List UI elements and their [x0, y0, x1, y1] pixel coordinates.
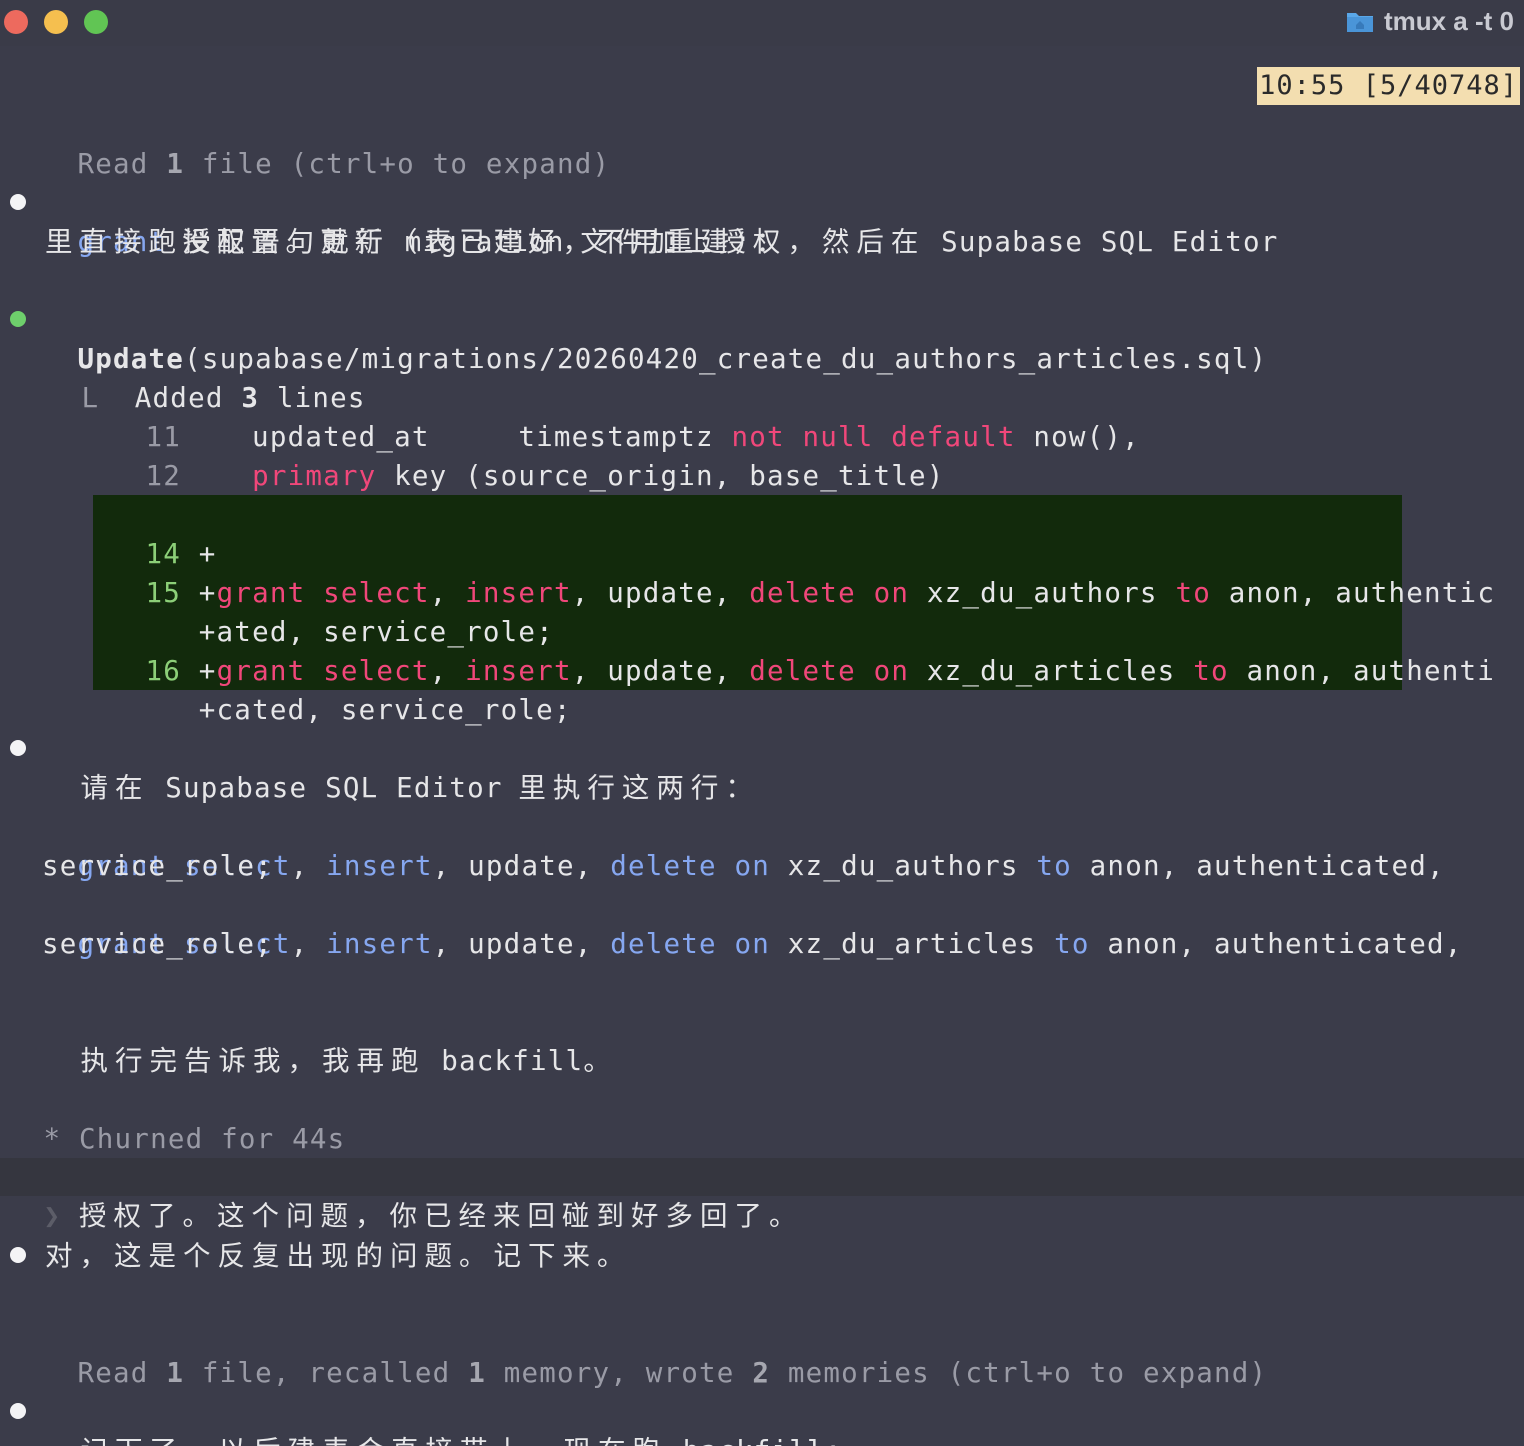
sql-line: grant select, insert, update, delete on … — [77, 850, 1445, 882]
diff-added-line: 15 +grant select, insert, update, delete… — [145, 577, 1496, 609]
prompt-caret-icon: ❯ — [43, 1200, 62, 1232]
message-bullet — [10, 194, 26, 210]
window-title-text: tmux a -t 0 — [1383, 5, 1514, 36]
diff-added-line: +ated, service_role; — [198, 616, 554, 648]
title-bar: tmux a -t 0 — [0, 0, 1524, 46]
diff-added-line: 16 +grant select, insert, update, delete… — [145, 655, 1496, 687]
assistant-message-line: 记下了，以后建表会直接带上。现在跑 backfill: — [45, 1393, 843, 1446]
update-tool-line[interactable]: Update(supabase/migrations/20260420_crea… — [42, 301, 1267, 375]
assistant-message-line: 执行完告诉我，我再跑 backfill。 — [80, 1045, 618, 1077]
code-line: 13 ); — [110, 457, 252, 531]
message-bullet — [10, 740, 26, 756]
code-line: 11 updated_at timestamptz not null defau… — [145, 421, 1140, 453]
sql-line: service_role; — [42, 850, 273, 882]
diff-added-line: 14 + — [145, 538, 217, 570]
assistant-message-line: 里直接跑授权语句就行（表已建好，不用重建）： — [45, 226, 791, 258]
sql-line: service_role; — [42, 928, 273, 960]
update-summary-line: L Added 3 lines — [81, 382, 366, 414]
minimize-window-button[interactable] — [44, 10, 68, 34]
assistant-message-line: 请在 Supabase SQL Editor 里执行这两行： — [80, 772, 760, 804]
message-bullet — [10, 1403, 26, 1419]
window-title: tmux a -t 0 — [1346, 4, 1514, 38]
read-summary-line[interactable]: Read 1 file, recalled 1 memory, wrote 2 … — [42, 1315, 1267, 1389]
diff-added-line: +cated, service_role; — [198, 694, 572, 726]
assistant-message-line: grant 没配置。更新 migration 文件加上授权，然后在 Supaba… — [77, 226, 1279, 258]
read-summary-line[interactable]: Read 1 file (ctrl+o to expand) — [42, 106, 610, 180]
tool-status-bullet — [10, 311, 26, 327]
close-window-button[interactable] — [4, 10, 28, 34]
folder-icon — [1346, 9, 1374, 33]
churned-status: * Churned for 44s — [43, 1123, 346, 1155]
tmux-status-badge: 10:55 [5/40748] — [1257, 67, 1520, 105]
message-bullet — [10, 1247, 26, 1263]
code-line: 12 primary key (source_origin, base_titl… — [145, 460, 945, 492]
sql-line: grant select, insert, update, delete on … — [77, 928, 1463, 960]
user-prompt[interactable]: ❯ 授权了。这个问题，你已经来回碰到好多回了。 — [8, 1158, 804, 1232]
assistant-message-line: 对，这是个反复出现的问题。记下来。 — [45, 1240, 632, 1272]
zoom-window-button[interactable] — [84, 10, 108, 34]
